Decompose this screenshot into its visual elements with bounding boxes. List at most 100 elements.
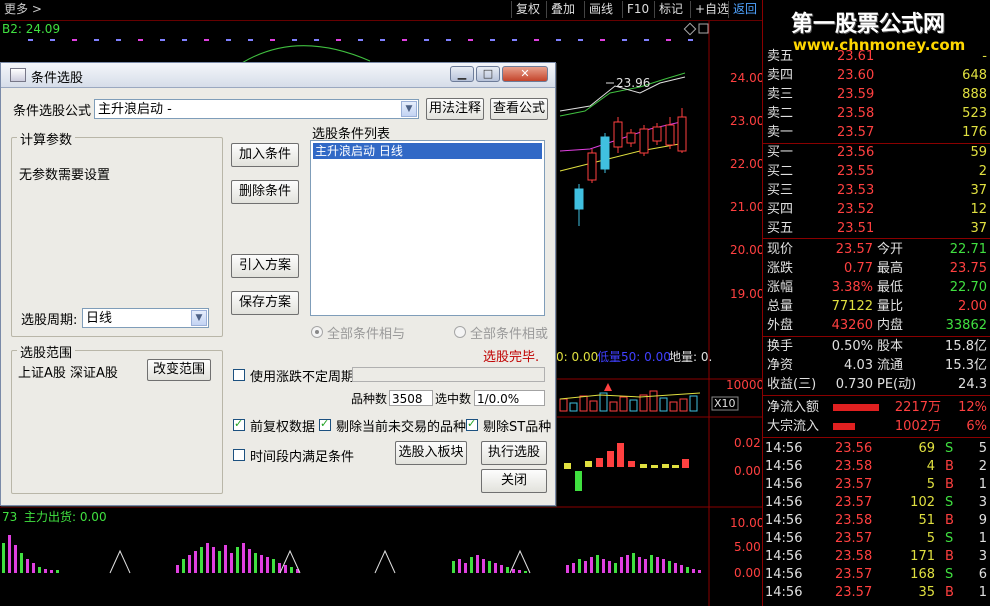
minimize-icon[interactable]: ▁ bbox=[450, 66, 474, 82]
bid-row[interactable]: 买五 23.51 37 bbox=[763, 220, 990, 238]
maximize-icon[interactable]: □ bbox=[476, 66, 500, 82]
status-text: 选股完毕. bbox=[483, 350, 540, 365]
price-label: 23.00 bbox=[730, 114, 762, 128]
list-item[interactable]: 主升浪启动 日线 bbox=[313, 143, 542, 159]
tick-row[interactable]: 14:56 23.58 4 B 2 bbox=[763, 458, 990, 476]
macd-bar bbox=[640, 464, 647, 468]
stat-row[interactable]: 总量 77122 量比 2.00 bbox=[763, 298, 990, 316]
radio-all-and[interactable] bbox=[311, 326, 323, 338]
flow-row[interactable]: 净流入额 2217万 12% bbox=[763, 399, 990, 417]
ask-row[interactable]: 卖三 23.59 888 bbox=[763, 86, 990, 104]
fundamental-row[interactable]: 换手 0.50% 股本 15.8亿 bbox=[763, 338, 990, 356]
macd-bar bbox=[585, 461, 592, 467]
exclude-st-checkbox[interactable] bbox=[466, 417, 478, 431]
stat-row[interactable]: 涨跌 0.77 最高 23.75 bbox=[763, 260, 990, 278]
tick-count: 1 bbox=[978, 477, 987, 492]
toolbar-btn-overlay[interactable]: 叠加 bbox=[546, 1, 579, 18]
fund-label: 收益(三) bbox=[767, 377, 817, 392]
tick-row[interactable]: 14:56 23.57 5 B 1 bbox=[763, 476, 990, 494]
tick-row[interactable]: 14:56 23.56 69 S 5 bbox=[763, 440, 990, 458]
toolbar-btn-add-watchlist[interactable]: +自选 bbox=[690, 1, 733, 18]
bid-row[interactable]: 买一 23.56 59 bbox=[763, 144, 990, 162]
period-select[interactable]: 日线 ▼ bbox=[82, 308, 209, 328]
force-bar bbox=[584, 561, 587, 573]
volume-indicator-mid: 低量50: 0.00 bbox=[597, 350, 671, 364]
toolbar-btn-back[interactable]: 返回 bbox=[728, 1, 761, 18]
force-bar bbox=[494, 563, 497, 573]
toolbar-btn-drawline[interactable]: 画线 bbox=[584, 1, 617, 18]
var-period-checkbox[interactable] bbox=[233, 369, 245, 381]
ask-row[interactable]: 卖四 23.60 648 bbox=[763, 67, 990, 85]
fundamental-row[interactable]: 净资 4.03 流通 15.3亿 bbox=[763, 357, 990, 375]
stat-label: 最高 bbox=[877, 261, 904, 276]
tick-row[interactable]: 14:56 23.57 35 B 1 bbox=[763, 584, 990, 602]
period-label: 选股周期: bbox=[21, 313, 78, 328]
tick-count: 1 bbox=[978, 531, 987, 546]
ask-row[interactable]: 卖一 23.57 176 bbox=[763, 124, 990, 142]
price-label: 20.00 bbox=[730, 243, 762, 257]
chevron-down-icon[interactable]: ▼ bbox=[191, 310, 207, 326]
ask-label: 卖二 bbox=[767, 106, 794, 121]
tick-row[interactable]: 14:56 23.57 5 S 1 bbox=[763, 530, 990, 548]
tick-price: 23.57 bbox=[835, 477, 873, 492]
formula-select[interactable]: 主升浪启动 - ▼ bbox=[94, 99, 419, 119]
formula-label: 条件选股公式 bbox=[13, 104, 92, 119]
fund-label: 流通 bbox=[877, 358, 904, 373]
bid-volume: 12 bbox=[970, 202, 987, 217]
save-plan-button[interactable]: 保存方案 bbox=[231, 291, 299, 315]
dot-mark bbox=[182, 39, 187, 41]
force-bar bbox=[20, 553, 23, 573]
tick-row[interactable]: 14:56 23.58 171 B 3 bbox=[763, 548, 990, 566]
dot-mark bbox=[468, 39, 473, 41]
force-bar bbox=[224, 545, 227, 573]
tick-row[interactable]: 14:56 23.57 168 S 6 bbox=[763, 566, 990, 584]
delete-condition-button[interactable]: 删除条件 bbox=[231, 180, 299, 204]
bid-row[interactable]: 买二 23.55 2 bbox=[763, 163, 990, 181]
tick-volume: 171 bbox=[910, 549, 935, 564]
tick-row[interactable]: 14:56 23.58 51 B 9 bbox=[763, 512, 990, 530]
bid-label: 买五 bbox=[767, 221, 794, 236]
flow-label: 大宗流入 bbox=[767, 419, 820, 434]
force-bar bbox=[572, 563, 575, 573]
stat-row[interactable]: 现价 23.57 今开 22.71 bbox=[763, 241, 990, 259]
to-block-button[interactable]: 选股入板块 bbox=[395, 441, 467, 465]
ask-row[interactable]: 卖二 23.58 523 bbox=[763, 105, 990, 123]
macd-bar bbox=[628, 461, 635, 467]
progress-bar bbox=[352, 367, 545, 382]
ask-row[interactable]: 卖五 23.61 - bbox=[763, 48, 990, 66]
pre-adjust-checkbox[interactable] bbox=[233, 417, 245, 431]
exclude-untraded-checkbox[interactable] bbox=[319, 417, 331, 431]
more-menu[interactable]: 更多 > bbox=[0, 1, 46, 18]
tick-row[interactable]: 14:56 23.57 102 S 3 bbox=[763, 494, 990, 512]
tick-side: B bbox=[945, 585, 954, 600]
stat-row[interactable]: 外盘 43260 内盘 33862 bbox=[763, 317, 990, 335]
execute-select-button[interactable]: 执行选股 bbox=[481, 441, 547, 465]
condition-list[interactable]: 主升浪启动 日线 bbox=[310, 140, 545, 316]
close-icon[interactable]: ✕ bbox=[502, 66, 548, 82]
toolbar-btn-f10[interactable]: F10 bbox=[622, 1, 653, 18]
fundamental-row[interactable]: 收益(三) 0.730 PE(动) 24.3 bbox=[763, 376, 990, 394]
force-bar bbox=[638, 557, 641, 573]
add-condition-button[interactable]: 加入条件 bbox=[231, 143, 299, 167]
stat-row[interactable]: 涨幅 3.38% 最低 22.70 bbox=[763, 279, 990, 297]
stat-label: 今开 bbox=[877, 242, 904, 257]
time-range-checkbox[interactable] bbox=[233, 449, 245, 461]
candle-body bbox=[626, 132, 636, 144]
dialog-titlebar[interactable]: 条件选股 ▁ □ ✕ bbox=[1, 63, 555, 88]
view-formula-button[interactable]: 查看公式 bbox=[490, 98, 548, 120]
usage-notes-button[interactable]: 用法注释 bbox=[426, 98, 484, 120]
change-range-button[interactable]: 改变范围 bbox=[147, 359, 211, 381]
import-plan-button[interactable]: 引入方案 bbox=[231, 254, 299, 278]
bid-row[interactable]: 买四 23.52 12 bbox=[763, 201, 990, 219]
flow-row[interactable]: 大宗流入 1002万 6% bbox=[763, 418, 990, 436]
dot-mark bbox=[490, 39, 495, 41]
force-bar bbox=[260, 555, 263, 573]
toolbar-btn-mark[interactable]: 标记 bbox=[654, 1, 687, 18]
close-button[interactable]: 关闭 bbox=[481, 469, 547, 493]
radio-all-or[interactable] bbox=[454, 326, 466, 338]
chevron-down-icon[interactable]: ▼ bbox=[401, 101, 417, 117]
stat-label: 内盘 bbox=[877, 318, 904, 333]
stat-value: 77122 bbox=[831, 299, 873, 314]
toolbar-btn-fuquan[interactable]: 复权 bbox=[511, 1, 544, 18]
bid-row[interactable]: 买三 23.53 37 bbox=[763, 182, 990, 200]
